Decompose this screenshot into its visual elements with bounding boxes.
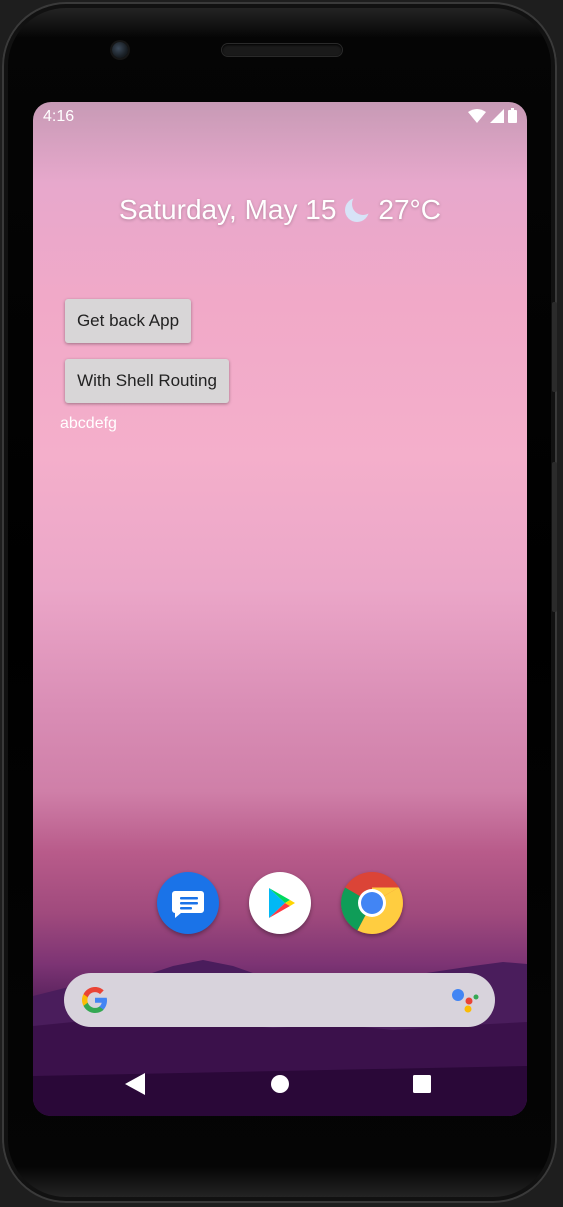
back-icon[interactable] bbox=[125, 1073, 145, 1095]
phone-frame: 4:16 Saturday, May 15 27°C Get back App … bbox=[2, 2, 557, 1203]
navigation-bar bbox=[33, 1057, 527, 1116]
shell-routing-button[interactable]: With Shell Routing bbox=[65, 359, 229, 403]
temperature-text: 27°C bbox=[378, 194, 441, 225]
google-g-icon bbox=[82, 987, 107, 1013]
front-camera bbox=[112, 42, 128, 58]
date-text: Saturday, May 15 bbox=[119, 194, 337, 225]
moon-icon bbox=[344, 195, 372, 230]
signal-icon bbox=[490, 108, 504, 123]
status-time: 4:16 bbox=[43, 108, 75, 125]
date-weather-widget[interactable]: Saturday, May 15 27°C bbox=[33, 194, 527, 230]
power-button bbox=[552, 302, 557, 392]
messages-icon[interactable] bbox=[157, 872, 219, 934]
volume-button bbox=[552, 462, 557, 612]
google-search-bar[interactable] bbox=[64, 973, 495, 1027]
chrome-icon[interactable] bbox=[341, 872, 403, 934]
earpiece-speaker bbox=[222, 44, 342, 56]
assistant-icon[interactable] bbox=[451, 987, 479, 1013]
battery-icon bbox=[508, 108, 517, 123]
status-bar: 4:16 bbox=[33, 102, 527, 132]
screen: 4:16 Saturday, May 15 27°C Get back App … bbox=[33, 102, 527, 1116]
home-icon[interactable] bbox=[270, 1073, 290, 1095]
sample-label: abcdefg bbox=[60, 415, 117, 432]
status-icons bbox=[468, 108, 517, 123]
play-store-icon[interactable] bbox=[249, 872, 311, 934]
wifi-icon bbox=[468, 108, 486, 123]
get-back-app-button[interactable]: Get back App bbox=[65, 299, 191, 343]
recents-icon[interactable] bbox=[412, 1073, 432, 1095]
